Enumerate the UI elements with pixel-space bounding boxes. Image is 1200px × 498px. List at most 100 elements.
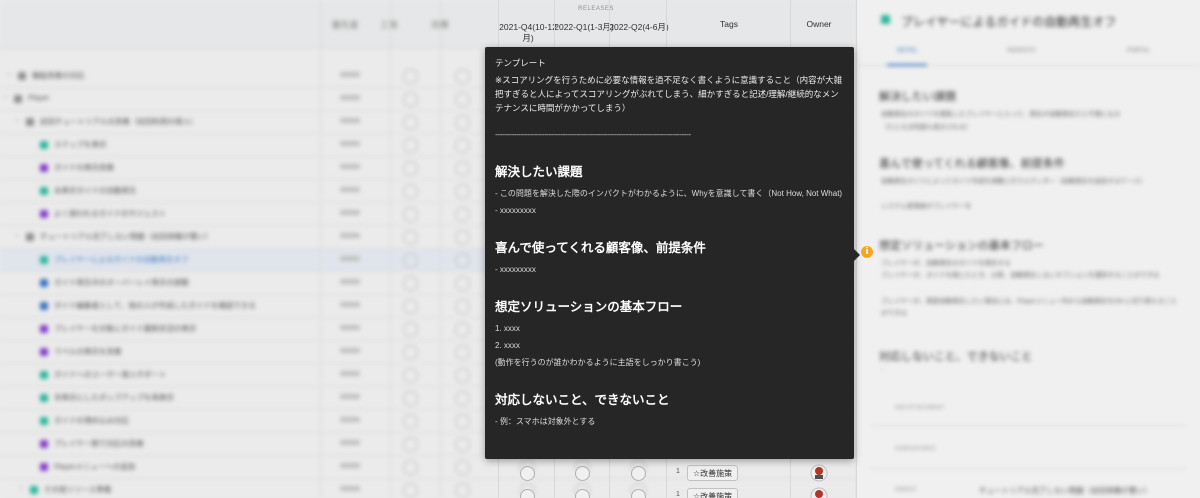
score-circle[interactable] bbox=[455, 253, 470, 268]
score-circle[interactable] bbox=[403, 391, 418, 406]
score-circle[interactable] bbox=[455, 92, 470, 107]
feature-type-icon bbox=[18, 72, 26, 80]
add-attachment-link[interactable]: ADD ATTACHMENT bbox=[895, 405, 945, 411]
tag-chip[interactable]: ☆改善施策 bbox=[687, 465, 739, 481]
feature-title[interactable]: 未表示ガイドの自動再生 bbox=[54, 185, 137, 196]
score-circle[interactable] bbox=[403, 276, 418, 291]
feature-type-icon bbox=[40, 141, 48, 149]
score-circle[interactable] bbox=[455, 184, 470, 199]
release-toggle[interactable] bbox=[520, 489, 535, 498]
feature-title[interactable]: ガイドの表示改善 bbox=[54, 162, 114, 173]
parent-link[interactable]: チュートリアル完了しない問題（初回体験が悪い） bbox=[979, 485, 1151, 496]
feature-type-icon bbox=[40, 348, 48, 356]
rank-bar bbox=[340, 210, 360, 215]
score-circle[interactable] bbox=[403, 207, 418, 222]
feature-title[interactable]: Player bbox=[28, 93, 49, 102]
feature-title[interactable]: 機能改善の対応 bbox=[32, 70, 85, 81]
rank-bar bbox=[340, 95, 360, 100]
owner-avatar[interactable] bbox=[810, 464, 828, 482]
owner-column-header[interactable]: Owner bbox=[790, 0, 848, 48]
rank-bar bbox=[340, 187, 360, 192]
score-circle[interactable] bbox=[455, 345, 470, 360]
score-circle[interactable] bbox=[455, 391, 470, 406]
score-circle[interactable] bbox=[403, 69, 418, 84]
release-column-header[interactable]: 2022-Q1(1-3月) bbox=[554, 22, 614, 33]
score-circle[interactable] bbox=[403, 437, 418, 452]
chevron-right-icon[interactable]: › bbox=[16, 232, 18, 239]
tab-insights[interactable]: INSIGHTS bbox=[1007, 48, 1035, 54]
score-circle[interactable] bbox=[455, 368, 470, 383]
feature-title[interactable]: よく使われるガイドのサジェスト bbox=[54, 208, 166, 219]
release-toggle[interactable] bbox=[520, 466, 535, 481]
score-circle[interactable] bbox=[455, 276, 470, 291]
feature-title[interactable]: ラベルの表示を改善 bbox=[54, 346, 122, 357]
app-window: 優先度 工数 効果 ›機能改善の対応›Player›初回チュートリアルの改善（初… bbox=[0, 0, 1200, 498]
column-divider bbox=[390, 0, 391, 498]
chevron-right-icon[interactable]: › bbox=[16, 117, 18, 124]
feature-title[interactable]: ガイド編集者として、他の人が作成したガイドを確認できる bbox=[54, 300, 256, 311]
score-circle[interactable] bbox=[403, 299, 418, 314]
score-circle[interactable] bbox=[455, 161, 470, 176]
feature-title[interactable]: チュートリアル完了しない問題（初回体験が悪い） bbox=[40, 231, 212, 242]
table-row[interactable]: 1 ☆改善施策 bbox=[0, 486, 855, 498]
feature-title[interactable]: 非表示にしたポップアップを再表示 bbox=[54, 392, 174, 403]
section-line: システム管理者がプレイヤーを bbox=[881, 203, 972, 210]
release-toggle[interactable] bbox=[575, 466, 590, 481]
template-tooltip: テンプレート ※スコアリングを行うために必要な情報を過不足なく書くように意識する… bbox=[485, 47, 854, 459]
tooltip-paragraph: 1. xxxx bbox=[495, 324, 520, 333]
score-circle[interactable] bbox=[455, 437, 470, 452]
release-toggle[interactable] bbox=[631, 466, 646, 481]
table-row[interactable]: 1 ☆改善施策 bbox=[0, 463, 855, 485]
tab-detail[interactable]: DETAIL bbox=[897, 48, 918, 54]
score-circle[interactable] bbox=[403, 368, 418, 383]
feature-title[interactable]: 初回チュートリアルの改善（初回利用の導入） bbox=[40, 116, 197, 127]
tag-chip[interactable]: ☆改善施策 bbox=[687, 488, 739, 498]
rank-column-header[interactable]: 優先度 bbox=[320, 0, 370, 48]
score-circle[interactable] bbox=[403, 115, 418, 130]
release-toggle[interactable] bbox=[575, 489, 590, 498]
info-icon[interactable]: i bbox=[861, 246, 873, 258]
score-circle[interactable] bbox=[455, 414, 470, 429]
rank-bar bbox=[340, 440, 360, 445]
chevron-right-icon[interactable]: › bbox=[8, 71, 10, 78]
tags-column-header[interactable]: Tags bbox=[700, 0, 758, 48]
score-circle[interactable] bbox=[403, 253, 418, 268]
release-column-header[interactable]: 2022-Q2(4-6月) bbox=[609, 22, 669, 33]
score-circle[interactable] bbox=[455, 207, 470, 222]
feature-title[interactable]: ガイドへのユーザー導入サポート bbox=[54, 369, 166, 380]
rank-bar bbox=[340, 302, 360, 307]
tooltip-paragraph: - xxxxxxxxx bbox=[495, 206, 536, 215]
feature-type-icon bbox=[26, 233, 34, 241]
score-circle[interactable] bbox=[455, 115, 470, 130]
score-circle[interactable] bbox=[455, 299, 470, 314]
feature-title[interactable]: プレイヤー側で対応の改善 bbox=[54, 438, 144, 449]
score-circle[interactable] bbox=[403, 414, 418, 429]
score-circle[interactable] bbox=[403, 322, 418, 337]
release-toggle[interactable] bbox=[631, 489, 646, 498]
feature-title[interactable]: ガイドの埋め込み対応 bbox=[54, 415, 129, 426]
tab-portal[interactable]: PORTAL bbox=[1127, 48, 1150, 54]
panel-title[interactable]: プレイヤーによるガイドの自動再生オフ bbox=[901, 13, 1116, 30]
feature-title[interactable]: プレイヤーによるガイドの自動再生オフ bbox=[54, 254, 189, 265]
feature-title[interactable]: ガイド再生中のオーバーレイ表示の調整 bbox=[54, 277, 189, 288]
score-circle[interactable] bbox=[403, 161, 418, 176]
score-circle[interactable] bbox=[455, 322, 470, 337]
rank-bar bbox=[340, 325, 360, 330]
score-circle[interactable] bbox=[403, 184, 418, 199]
score-circle[interactable] bbox=[455, 69, 470, 84]
chevron-right-icon[interactable]: › bbox=[4, 94, 6, 101]
score-circle[interactable] bbox=[455, 138, 470, 153]
score-circle[interactable] bbox=[403, 230, 418, 245]
effort-column-header[interactable]: 工数 bbox=[370, 0, 408, 48]
score-circle[interactable] bbox=[403, 345, 418, 360]
panel-tabs: DETAIL INSIGHTS PORTAL bbox=[857, 40, 1200, 66]
release-column-header[interactable]: 2021-Q4(10-12月) bbox=[498, 22, 558, 44]
score-circle[interactable] bbox=[403, 92, 418, 107]
section-line: プレイヤーが、再度自動再生したい場合には、Playerメニュー内から自動再生をO… bbox=[881, 298, 1177, 317]
feature-title[interactable]: ステップを表示 bbox=[54, 139, 107, 150]
feature-title[interactable]: プレイヤーを対象にガイド最新状況の表示 bbox=[54, 323, 196, 334]
score-circle[interactable] bbox=[403, 138, 418, 153]
score-circle[interactable] bbox=[455, 230, 470, 245]
owner-avatar[interactable] bbox=[810, 487, 828, 498]
rank-bar bbox=[340, 118, 360, 123]
